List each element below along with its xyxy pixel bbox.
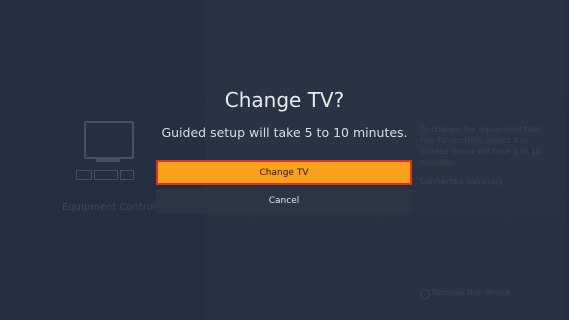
tv-stand-icon [96,158,120,162]
remove-device-link: Remove this device [432,288,511,297]
dialog-title: Change TV? [224,88,345,112]
remove-icon [420,289,430,299]
change-tv-button[interactable]: Change TV [156,160,412,185]
dialog-message: Guided setup will take 5 to 10 minutes. [161,125,408,140]
devices-icon [76,170,136,180]
equipment-control-label: Equipment Control [62,202,156,213]
cancel-button[interactable]: Cancel [156,189,412,213]
change-tv-label: Change TV [259,167,309,178]
cancel-label: Cancel [268,196,300,206]
background-info-text-2: Connected Samsung [420,177,503,186]
